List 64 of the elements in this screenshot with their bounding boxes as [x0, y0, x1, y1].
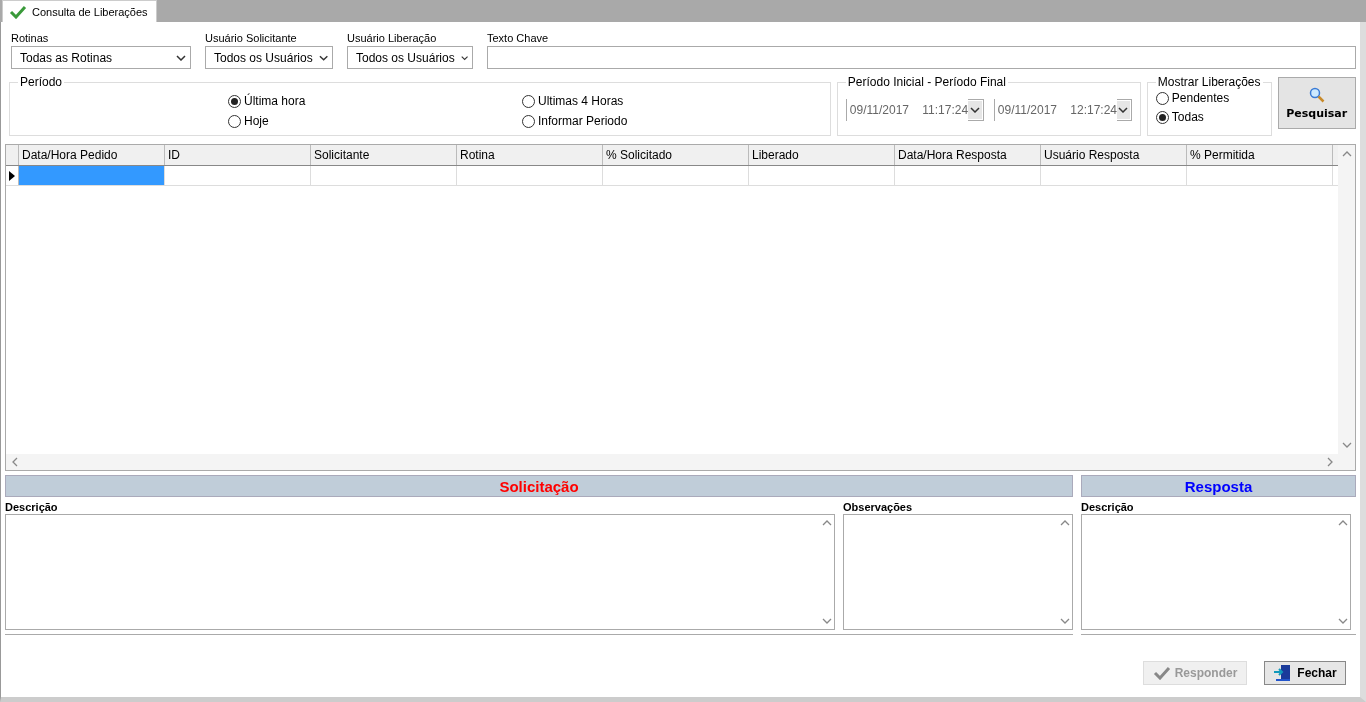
- column-header[interactable]: Usuário Resposta: [1041, 145, 1187, 165]
- search-button[interactable]: Pesquisar: [1277, 77, 1356, 129]
- chevron-down-icon: [176, 54, 186, 61]
- arrow-down-icon[interactable]: [1060, 618, 1070, 624]
- field-label: Descrição: [1081, 501, 1135, 513]
- field-label: Texto Chave: [487, 32, 550, 44]
- dropdown[interactable]: Todos os Usuários: [205, 46, 333, 69]
- column-header[interactable]: Data/Hora Resposta: [895, 145, 1041, 165]
- radio-button[interactable]: [522, 94, 535, 108]
- chevron-down-icon: [460, 54, 468, 61]
- section-header: Resposta: [1081, 475, 1356, 497]
- arrow-down-icon[interactable]: [822, 618, 832, 624]
- field-label: Usuário Solicitante: [205, 32, 298, 44]
- tab[interactable]: Consulta de Liberações: [2, 0, 157, 22]
- scrollbar[interactable]: [6, 454, 1355, 470]
- radio-label[interactable]: Hoje: [244, 114, 269, 128]
- radio-button[interactable]: [522, 114, 535, 128]
- arrow-up-icon[interactable]: [1060, 520, 1070, 526]
- chevron-down-icon: [318, 54, 328, 61]
- arrow-up-icon[interactable]: [1341, 151, 1352, 157]
- arrow-down-icon[interactable]: [1341, 442, 1352, 448]
- radio-button[interactable]: [1155, 91, 1169, 105]
- radio-label[interactable]: Pendentes: [1171, 91, 1230, 105]
- group-title: Mostrar Liberações: [1156, 75, 1262, 89]
- column-header[interactable]: ID: [165, 145, 311, 165]
- chevron-down-icon: [969, 107, 980, 113]
- field-label: Usuário Liberação: [347, 32, 438, 44]
- radio-button[interactable]: [228, 114, 241, 128]
- arrow-up-icon[interactable]: [822, 520, 832, 526]
- arrow-down-icon[interactable]: [1338, 618, 1348, 624]
- text-area[interactable]: [843, 514, 1073, 630]
- search-icon: [1308, 86, 1325, 103]
- field-label: Observações: [843, 501, 914, 513]
- column-header[interactable]: Liberado: [749, 145, 895, 165]
- arrow-right-icon[interactable]: [1327, 457, 1333, 467]
- field-label: Rotinas: [11, 32, 50, 44]
- radio-label[interactable]: Todas: [1171, 110, 1204, 124]
- column-header[interactable]: % Permitida: [1187, 145, 1333, 165]
- action-button[interactable]: Fechar: [1264, 661, 1346, 685]
- radio-label[interactable]: Informar Periodo: [538, 114, 628, 128]
- section-header: Solicitação: [5, 475, 1073, 497]
- group-title: Período: [19, 75, 64, 89]
- arrow-up-icon[interactable]: [1338, 520, 1348, 526]
- radio-label[interactable]: Última hora: [244, 94, 306, 108]
- column-header[interactable]: Rotina: [457, 145, 603, 165]
- check-icon: [9, 4, 27, 19]
- arrow-left-icon[interactable]: [12, 457, 18, 467]
- row-pointer-icon: [9, 170, 15, 181]
- table-cell[interactable]: [19, 166, 165, 185]
- group-title: Período Inicial - Período Final: [846, 75, 1007, 89]
- text-area[interactable]: [1081, 514, 1351, 630]
- dropdown[interactable]: Todos os Usuários: [347, 46, 473, 69]
- column-header[interactable]: Data/Hora Pedido: [19, 145, 165, 165]
- radio-label[interactable]: Ultimas 4 Horas: [538, 94, 624, 108]
- radio-button[interactable]: [1155, 110, 1169, 124]
- dropdown[interactable]: Todas as Rotinas: [11, 46, 191, 69]
- scrollbar[interactable]: [1338, 145, 1355, 454]
- chevron-down-icon: [1118, 107, 1129, 113]
- input-field[interactable]: [487, 46, 1356, 69]
- check-icon: [1152, 666, 1171, 680]
- column-header[interactable]: Solicitante: [311, 145, 457, 165]
- column-header[interactable]: % Solicitado: [603, 145, 749, 165]
- field-label: Descrição: [5, 501, 59, 513]
- radio-button[interactable]: [228, 94, 241, 108]
